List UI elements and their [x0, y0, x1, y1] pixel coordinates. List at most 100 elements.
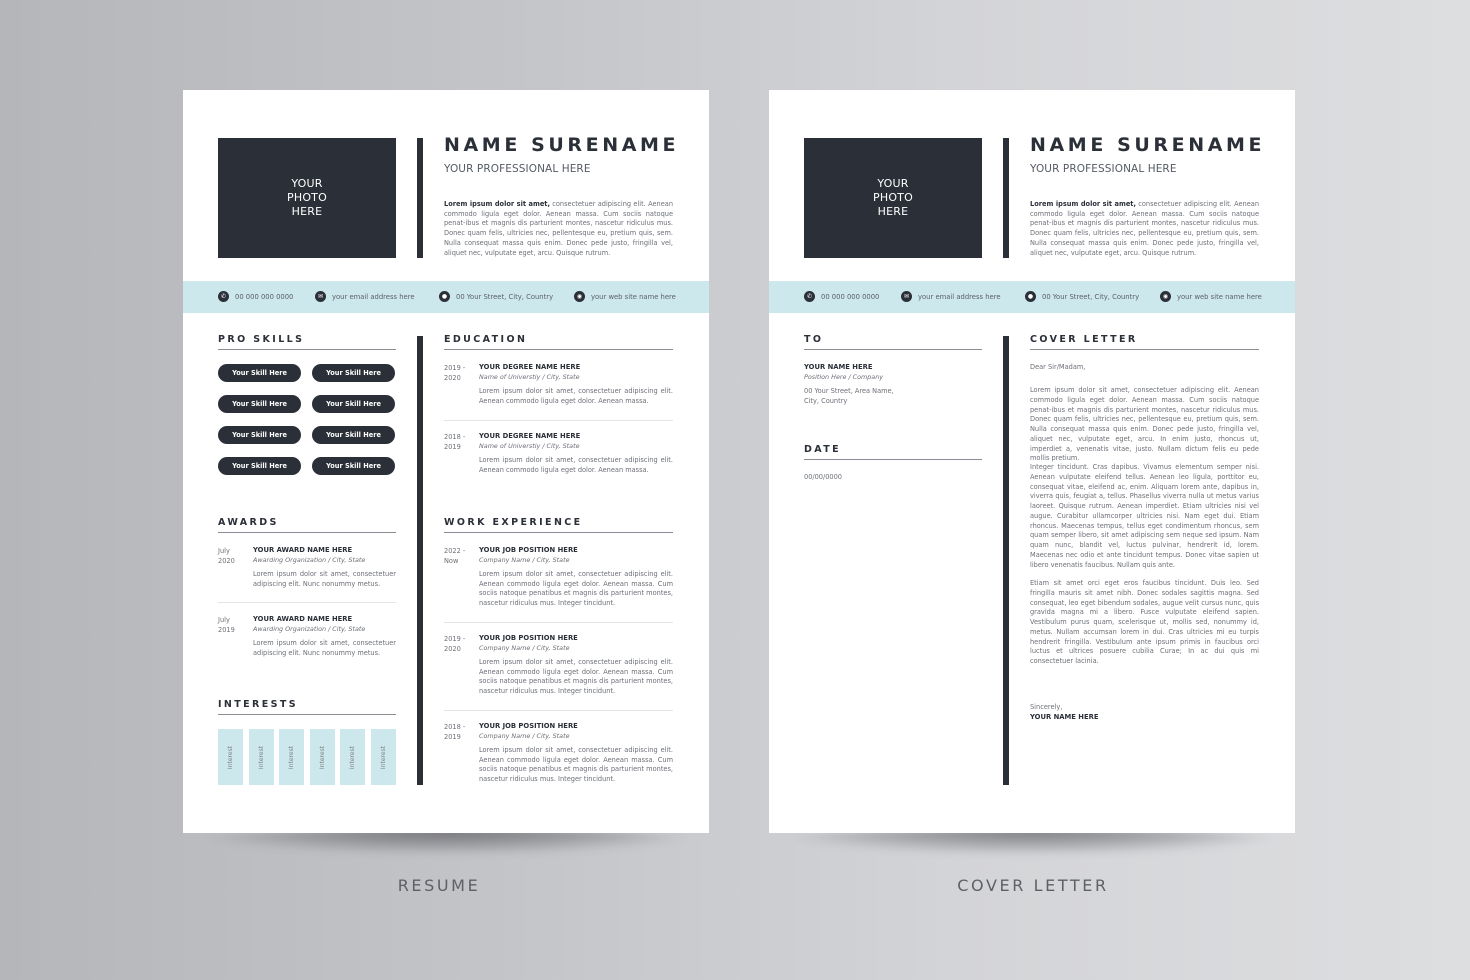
phone-icon: ✆ — [804, 291, 815, 302]
email-icon: ✉ — [901, 291, 912, 302]
cover-letter-caption: COVER LETTER — [957, 876, 1109, 895]
education-desc: Lorem ipsum dolor sit amet, consectetuer… — [479, 456, 673, 474]
award-separator — [218, 602, 396, 603]
contact-address[interactable]: ● 00 Your Street, City, Country — [1025, 291, 1139, 302]
to-heading: TO — [804, 334, 824, 345]
pro-skills-rule — [218, 349, 396, 350]
location-pin-icon: ● — [439, 291, 450, 302]
profession-subtitle: YOUR PROFESSIONAL HERE — [444, 163, 591, 175]
award-desc: Lorem ipsum dolor sit amet, consectetuer… — [253, 570, 396, 588]
awards-heading: AWARDS — [218, 517, 279, 528]
skill-pill: Your Skill Here — [312, 395, 395, 413]
contact-phone-text: 00 000 000 0000 — [235, 292, 294, 301]
skill-pill: Your Skill Here — [312, 426, 395, 444]
education-separator — [444, 420, 673, 421]
school-name: Name of Universtiy / City, State — [479, 373, 580, 381]
letter-paragraph: Lorem ipsum dolor sit amet, consectetuer… — [1030, 386, 1259, 463]
work-date: 2018 - 2019 — [444, 723, 466, 741]
contact-email-text: your email address here — [918, 292, 1001, 301]
interest-tile: Interest — [340, 729, 365, 785]
work-desc: Lorem ipsum dolor sit amet, consectetuer… — [479, 658, 673, 696]
interest-tile: Interest — [371, 729, 396, 785]
date-heading: DATE — [804, 444, 842, 455]
company-name: Company Name / City, State — [479, 556, 570, 564]
work-separator — [444, 710, 673, 711]
contact-address-text: 00 Your Street, City, Country — [1042, 292, 1140, 301]
interests-rule — [218, 714, 396, 715]
interest-label: Interest — [227, 745, 234, 769]
interest-label: Interest — [288, 745, 295, 769]
signature-name: YOUR NAME HERE — [1030, 713, 1099, 721]
contact-address[interactable]: ● 00 Your Street, City, Country — [439, 291, 553, 302]
degree-title: YOUR DEGREE NAME HERE — [479, 363, 581, 371]
job-title: YOUR JOB POSITION HERE — [479, 722, 578, 730]
letter-date: 00/00/0000 — [804, 473, 843, 481]
interest-label: Interest — [380, 745, 387, 769]
photo-placeholder-label: YOUR PHOTO HERE — [873, 177, 913, 218]
contact-website[interactable]: ◉ your web site name here — [574, 291, 676, 302]
work-date: 2022 - Now — [444, 547, 466, 565]
interest-label: Interest — [349, 745, 356, 769]
resume-caption: RESUME — [397, 876, 481, 895]
location-pin-icon: ● — [1025, 291, 1036, 302]
interest-tile: Interest — [310, 729, 335, 785]
intro-rest: consectetuer adipiscing elit. Aenean com… — [444, 200, 673, 257]
award-org: Awarding Organization / City, State — [253, 625, 366, 633]
contact-website-text: your web site name here — [591, 292, 676, 301]
interest-tile: Interest — [249, 729, 274, 785]
photo-placeholder-label: YOUR PHOTO HERE — [287, 177, 327, 218]
to-rule — [804, 349, 982, 350]
interest-tile: Interest — [218, 729, 243, 785]
education-rule — [444, 349, 673, 350]
interest-label: Interest — [258, 745, 265, 769]
cover-letter-page: YOUR PHOTO HERE NAME SURENAME YOUR PROFE… — [769, 90, 1295, 833]
award-entry: July 2020 YOUR AWARD NAME HERE Awarding … — [218, 546, 396, 606]
contact-email[interactable]: ✉ your email address here — [901, 291, 1001, 302]
intro-bold: Lorem ipsum dolor sit amet, — [1030, 200, 1136, 208]
work-date: 2019 - 2020 — [444, 635, 466, 653]
skill-pill: Your Skill Here — [218, 395, 301, 413]
intro-bold: Lorem ipsum dolor sit amet, — [444, 200, 550, 208]
contact-address-text: 00 Your Street, City, Country — [456, 292, 554, 301]
globe-icon: ◉ — [1160, 291, 1171, 302]
photo-placeholder[interactable]: YOUR PHOTO HERE — [218, 138, 396, 258]
phone-icon: ✆ — [218, 291, 229, 302]
job-title: YOUR JOB POSITION HERE — [479, 546, 578, 554]
contact-bar: ✆ 00 000 000 0000 ✉ your email address h… — [769, 281, 1295, 313]
pro-skills-heading: PRO SKILLS — [218, 334, 305, 345]
resume-page: YOUR PHOTO HERE NAME SURENAME YOUR PROFE… — [183, 90, 709, 833]
closing: Sincerely, — [1030, 703, 1063, 711]
body-divider-bar — [1003, 336, 1009, 785]
cover-letter-heading: COVER LETTER — [1030, 334, 1138, 345]
education-entry: 2019 - 2020 YOUR DEGREE NAME HERE Name o… — [444, 363, 673, 413]
intro-paragraph: Lorem ipsum dolor sit amet, consectetuer… — [1030, 200, 1259, 258]
contact-email[interactable]: ✉ your email address here — [315, 291, 415, 302]
work-entry: 2022 - Now YOUR JOB POSITION HERE Compan… — [444, 546, 673, 616]
contact-phone[interactable]: ✆ 00 000 000 0000 — [218, 291, 293, 302]
awards-rule — [218, 532, 396, 533]
contact-website[interactable]: ◉ your web site name here — [1160, 291, 1262, 302]
contact-email-text: your email address here — [332, 292, 415, 301]
degree-title: YOUR DEGREE NAME HERE — [479, 432, 581, 440]
award-date: July 2020 — [218, 547, 235, 565]
skill-pill: Your Skill Here — [312, 457, 395, 475]
interest-label: Interest — [319, 745, 326, 769]
contact-phone[interactable]: ✆ 00 000 000 0000 — [804, 291, 879, 302]
award-desc: Lorem ipsum dolor sit amet, consectetuer… — [253, 639, 396, 657]
interests-heading: INTERESTS — [218, 699, 299, 710]
email-icon: ✉ — [315, 291, 326, 302]
contact-website-text: your web site name here — [1177, 292, 1262, 301]
skill-pill: Your Skill Here — [312, 364, 395, 382]
education-date: 2018 - 2019 — [444, 433, 466, 451]
award-date: July 2019 — [218, 616, 235, 634]
work-experience-rule — [444, 532, 673, 533]
body-divider-bar — [417, 336, 423, 785]
recipient-name: YOUR NAME HERE — [804, 363, 873, 371]
work-separator — [444, 622, 673, 623]
photo-placeholder[interactable]: YOUR PHOTO HERE — [804, 138, 982, 258]
skill-pill: Your Skill Here — [218, 457, 301, 475]
profession-subtitle: YOUR PROFESSIONAL HERE — [1030, 163, 1177, 175]
globe-icon: ◉ — [574, 291, 585, 302]
header-divider-bar — [1003, 138, 1009, 258]
greeting: Dear Sir/Madam, — [1030, 363, 1086, 371]
